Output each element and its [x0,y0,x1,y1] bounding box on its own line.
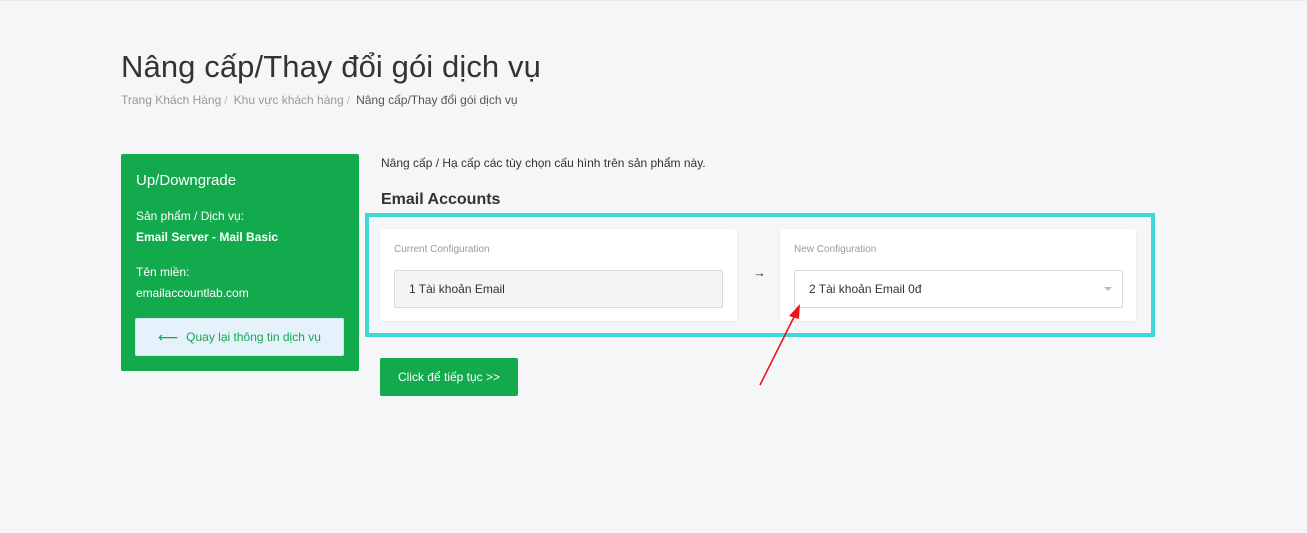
section-title: Email Accounts [381,191,501,208]
current-configuration-panel: Current Configuration 1 Tài khoản Email [380,229,737,321]
arrow-left-icon: ⟵ [158,329,179,345]
current-configuration-label: Current Configuration [394,244,490,255]
card-title: Up/Downgrade [136,172,237,189]
product-label: Sản phẩm / Dịch vụ: [136,209,245,223]
breadcrumb-item-current: Nâng cấp/Thay đổi gói dịch vụ [356,93,518,107]
domain-label: Tên miền: [136,265,190,279]
upgrade-info-card: Up/Downgrade Sản phẩm / Dịch vụ: Email S… [121,154,359,371]
top-divider [0,0,1307,1]
new-configuration-selected: 2 Tài khoản Email 0đ [809,282,922,296]
domain-value: emailaccountlab.com [136,286,249,300]
continue-button[interactable]: Click để tiếp tục >> [380,358,518,396]
page-title: Nâng cấp/Thay đổi gói dịch vụ [121,49,541,84]
breadcrumb-separator: / [224,93,228,107]
breadcrumb-separator: / [346,93,351,107]
breadcrumb-item-home[interactable]: Trang Khách Hàng [121,93,221,107]
intro-text: Nâng cấp / Hạ cấp các tùy chọn cấu hình … [381,156,706,170]
new-configuration-select[interactable]: 2 Tài khoản Email 0đ [794,270,1123,308]
chevron-down-icon [1104,287,1112,291]
back-button-label: Quay lại thông tin dịch vụ [186,330,321,344]
breadcrumb-item-client-area[interactable]: Khu vực khách hàng [234,93,344,107]
new-configuration-label: New Configuration [794,244,877,255]
new-configuration-panel: New Configuration 2 Tài khoản Email 0đ [780,229,1136,321]
back-to-service-button[interactable]: ⟵ Quay lại thông tin dịch vụ [135,318,344,356]
arrow-right-icon: → [753,265,766,280]
current-configuration-value: 1 Tài khoản Email [394,270,723,308]
breadcrumb: Trang Khách Hàng / Khu vực khách hàng / … [121,93,518,107]
product-value: Email Server - Mail Basic [136,230,279,244]
